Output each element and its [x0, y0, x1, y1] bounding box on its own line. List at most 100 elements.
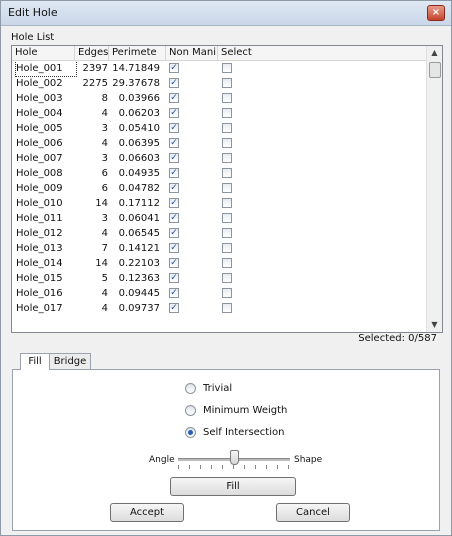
table-row[interactable]: Hole_008 6 0.04935 ✓: [12, 166, 426, 181]
edges-cell: 5: [101, 273, 108, 284]
edges-cell: 3: [101, 153, 108, 164]
column-header-hole[interactable]: Hole: [12, 46, 75, 60]
select-checkbox[interactable]: [222, 78, 232, 88]
table-body: Hole_001 2397 14.71849 ✓ Hole_002 2275 29.3767…: [12, 61, 426, 331]
slider-ticks: [178, 465, 290, 471]
hole-name-cell: Hole_005: [16, 123, 63, 134]
tab-fill[interactable]: Fill: [20, 353, 50, 370]
select-checkbox[interactable]: [222, 168, 232, 178]
radio-label: Trivial: [203, 383, 233, 394]
table-row[interactable]: Hole_017 4 0.09737 ✓: [12, 301, 426, 316]
hole-list-table[interactable]: Hole Edges Perimete Non Mani Select Hole…: [11, 45, 443, 333]
table-row[interactable]: Hole_006 4 0.06395 ✓: [12, 136, 426, 151]
scroll-down-icon[interactable]: ▼: [427, 318, 442, 332]
select-checkbox[interactable]: [222, 123, 232, 133]
selected-count: Selected: 0/587: [358, 333, 437, 344]
hole-name-cell: Hole_014: [16, 258, 63, 269]
column-header-edges[interactable]: Edges: [75, 46, 109, 60]
radio-button[interactable]: [185, 405, 196, 416]
table-row[interactable]: Hole_007 3 0.06603 ✓: [12, 151, 426, 166]
scrollbar-thumb[interactable]: [429, 62, 441, 78]
edges-cell: 4: [101, 288, 108, 299]
non-manifold-checkbox[interactable]: ✓: [169, 153, 179, 163]
table-row[interactable]: Hole_012 4 0.06545 ✓: [12, 226, 426, 241]
non-manifold-checkbox[interactable]: ✓: [169, 138, 179, 148]
slider-tick: [244, 465, 245, 469]
select-checkbox[interactable]: [222, 243, 232, 253]
accept-button[interactable]: Accept: [110, 503, 184, 522]
perimeter-cell: 0.06395: [118, 138, 160, 149]
perimeter-cell: 0.09445: [118, 288, 160, 299]
non-manifold-checkbox[interactable]: ✓: [169, 93, 179, 103]
table-row[interactable]: Hole_014 14 0.22103 ✓: [12, 256, 426, 271]
select-checkbox[interactable]: [222, 198, 232, 208]
slider-thumb[interactable]: [230, 450, 239, 465]
non-manifold-checkbox[interactable]: ✓: [169, 63, 179, 73]
non-manifold-checkbox[interactable]: ✓: [169, 303, 179, 313]
cancel-button[interactable]: Cancel: [276, 503, 350, 522]
select-checkbox[interactable]: [222, 63, 232, 73]
tab-bridge[interactable]: Bridge: [49, 353, 91, 369]
perimeter-cell: 0.06203: [118, 108, 160, 119]
perimeter-cell: 0.12363: [118, 273, 160, 284]
edges-cell: 4: [101, 108, 108, 119]
table-row[interactable]: Hole_013 7 0.14121 ✓: [12, 241, 426, 256]
perimeter-cell: 0.17112: [118, 198, 160, 209]
table-row[interactable]: Hole_009 6 0.04782 ✓: [12, 181, 426, 196]
scroll-up-icon[interactable]: ▲: [427, 46, 442, 60]
slider-tick: [211, 465, 212, 469]
table-row[interactable]: Hole_002 2275 29.37678 ✓: [12, 76, 426, 91]
select-checkbox[interactable]: [222, 108, 232, 118]
non-manifold-checkbox[interactable]: ✓: [169, 213, 179, 223]
non-manifold-checkbox[interactable]: ✓: [169, 168, 179, 178]
radio-button[interactable]: [185, 383, 196, 394]
table-row[interactable]: Hole_005 3 0.05410 ✓: [12, 121, 426, 136]
vertical-scrollbar[interactable]: ▲ ▼: [426, 46, 442, 332]
non-manifold-checkbox[interactable]: ✓: [169, 123, 179, 133]
table-row[interactable]: Hole_003 8 0.03966 ✓: [12, 91, 426, 106]
table-row[interactable]: Hole_004 4 0.06203 ✓: [12, 106, 426, 121]
non-manifold-checkbox[interactable]: ✓: [169, 228, 179, 238]
select-checkbox[interactable]: [222, 213, 232, 223]
select-checkbox[interactable]: [222, 258, 232, 268]
select-checkbox[interactable]: [222, 228, 232, 238]
table-row[interactable]: Hole_015 5 0.12363 ✓: [12, 271, 426, 286]
perimeter-cell: 14.71849: [112, 63, 160, 74]
select-checkbox[interactable]: [222, 273, 232, 283]
hole-name-cell: Hole_008: [16, 168, 63, 179]
edges-cell: 6: [101, 183, 108, 194]
tab-widget: Fill Bridge Trivial Minimum Weigth Self …: [12, 353, 440, 531]
column-header-select[interactable]: Select: [218, 46, 426, 60]
non-manifold-checkbox[interactable]: ✓: [169, 78, 179, 88]
table-row[interactable]: Hole_011 3 0.06041 ✓: [12, 211, 426, 226]
fill-panel: Trivial Minimum Weigth Self Intersection…: [12, 369, 440, 531]
non-manifold-checkbox[interactable]: ✓: [169, 243, 179, 253]
non-manifold-checkbox[interactable]: ✓: [169, 258, 179, 268]
perimeter-cell: 0.05410: [118, 123, 160, 134]
edges-cell: 8: [101, 93, 108, 104]
non-manifold-checkbox[interactable]: ✓: [169, 108, 179, 118]
non-manifold-checkbox[interactable]: ✓: [169, 288, 179, 298]
non-manifold-checkbox[interactable]: ✓: [169, 273, 179, 283]
select-checkbox[interactable]: [222, 138, 232, 148]
hole-name-cell: Hole_007: [16, 153, 63, 164]
select-checkbox[interactable]: [222, 288, 232, 298]
fill-button[interactable]: Fill: [170, 477, 296, 496]
edit-hole-window: Edit Hole × Hole List Hole Edges Perimet…: [0, 0, 452, 536]
hole-name-cell: Hole_002: [16, 78, 63, 89]
close-icon[interactable]: ×: [427, 5, 445, 21]
select-checkbox[interactable]: [222, 153, 232, 163]
table-row[interactable]: Hole_010 14 0.17112 ✓: [12, 196, 426, 211]
select-checkbox[interactable]: [222, 183, 232, 193]
non-manifold-checkbox[interactable]: ✓: [169, 183, 179, 193]
slider-left-label: Angle: [149, 455, 175, 465]
table-row[interactable]: Hole_016 4 0.09445 ✓: [12, 286, 426, 301]
table-row[interactable]: Hole_001 2397 14.71849 ✓: [12, 61, 426, 77]
select-checkbox[interactable]: [222, 303, 232, 313]
non-manifold-checkbox[interactable]: ✓: [169, 198, 179, 208]
column-header-non-manifold[interactable]: Non Mani: [166, 46, 218, 60]
edges-cell: 7: [101, 243, 108, 254]
select-checkbox[interactable]: [222, 93, 232, 103]
column-header-perimeter[interactable]: Perimete: [109, 46, 166, 60]
radio-button[interactable]: [185, 427, 196, 438]
